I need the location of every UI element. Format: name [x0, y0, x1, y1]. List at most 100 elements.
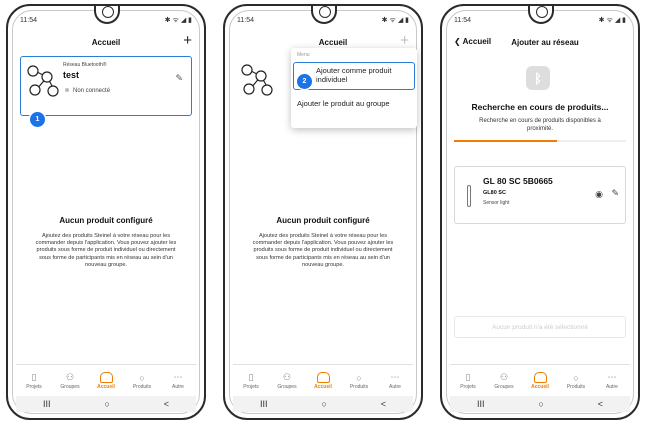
empty-description: Ajoutez des produits Steinel à votre rés… — [35, 233, 177, 268]
home-button[interactable]: ○ — [104, 399, 109, 409]
tab-label: Projets — [26, 384, 42, 390]
tab-groupes[interactable]: ⚇ Groupes — [55, 371, 85, 390]
groups-icon: ⚇ — [65, 372, 75, 382]
network-icon — [241, 64, 273, 96]
progress-fill — [454, 140, 558, 142]
edit-pencil-icon[interactable]: ✎ — [175, 73, 183, 84]
add-icon[interactable]: + — [183, 32, 192, 49]
network-label: Réseau Bluetooth® — [63, 62, 107, 68]
status-time: 11:54 — [237, 16, 254, 24]
phone-screen-menu: 11:54 ✱ ᯤ ◢ ▮ Accueil + Menu Ajouter com… — [223, 4, 423, 420]
phone-screen-search: 11:54 ✱ ᯤ ◢ ▮ ❮ Accueil Ajouter au résea… — [440, 4, 640, 420]
status-dot-icon — [65, 88, 69, 93]
phone-screen-home: 11:54 ✱ ᯤ ◢ ▮ Accueil + Réseau Bluetooth… — [6, 4, 206, 420]
tab-label: Autre — [172, 384, 184, 390]
tab-groupes[interactable]: ⚇ Groupes — [489, 371, 519, 390]
empty-title: Aucun produit configuré — [59, 216, 153, 225]
tab-label: Produits — [566, 384, 586, 390]
tab-label: Accueil — [314, 384, 332, 390]
status-icons: ✱ ᯤ ◢ ▮ — [381, 16, 409, 24]
page-title: Accueil — [91, 37, 121, 47]
menu-item-add-to-group[interactable]: Ajouter le produit au groupe — [291, 96, 417, 111]
tab-label: Accueil — [531, 384, 549, 390]
step-badge-1: 1 — [30, 112, 45, 127]
home-button[interactable]: ○ — [321, 399, 326, 409]
home-icon — [99, 371, 113, 384]
product-type: Sensor light — [483, 200, 510, 206]
home-icon — [533, 371, 547, 384]
tab-bar: ▯ Projets ⚇ Groupes Accueil ○ Produits ⋯ Aut… — [233, 364, 413, 396]
more-icon: ⋯ — [390, 372, 400, 382]
tab-produits[interactable]: ○ Produits — [344, 371, 374, 391]
search-progress-bar — [454, 140, 626, 142]
back-button[interactable]: < — [381, 399, 386, 409]
tab-projets[interactable]: ▯ Projets — [19, 371, 49, 390]
tab-bar: ▯ Projets ⚇ Groupes Accueil ○ Produits ⋯ Aut… — [450, 364, 630, 396]
chevron-left-icon: ❮ — [454, 37, 461, 46]
recent-apps-button[interactable]: III — [43, 399, 51, 409]
menu-label: Menu — [297, 52, 310, 58]
status-time: 11:54 — [454, 16, 471, 24]
search-subtitle: Recherche en cours de produits disponibl… — [479, 118, 601, 132]
tab-autre[interactable]: ⋯ Autre — [380, 371, 410, 390]
recent-apps-button[interactable]: III — [477, 399, 485, 409]
confirm-selection-button[interactable]: Aucun produit n'a été sélectionné — [454, 316, 626, 338]
menu-item-add-individual[interactable]: Ajouter comme produit individuel — [293, 62, 415, 90]
tab-groupes[interactable]: ⚇ Groupes — [272, 371, 302, 390]
page-title: Ajouter au réseau — [511, 37, 579, 47]
dropdown-menu: Menu Ajouter comme produit individuel Aj… — [291, 48, 417, 128]
tab-label: Projets — [460, 384, 476, 390]
add-icon[interactable]: + — [400, 32, 409, 49]
empty-description: Ajoutez des produits Steinel à votre rés… — [252, 233, 394, 268]
bluetooth-icon: ᛒ — [526, 66, 550, 90]
back-label: Accueil — [462, 37, 492, 46]
tab-accueil[interactable]: Accueil — [525, 371, 555, 390]
tab-label: Groupes — [494, 384, 514, 390]
status-icons: ✱ ᯤ ◢ ▮ — [598, 16, 626, 24]
tab-projets[interactable]: ▯ Projets — [453, 371, 483, 390]
system-nav-bar: III ○ < — [450, 396, 630, 412]
tab-produits[interactable]: ○ Produits — [561, 371, 591, 391]
back-link[interactable]: ❮ Accueil — [454, 37, 491, 46]
tab-label: Autre — [606, 384, 618, 390]
app-screen: Accueil + Réseau Bluetooth® test Non con… — [16, 28, 196, 396]
network-name: test — [63, 70, 80, 80]
tab-produits[interactable]: ○ Produits — [127, 371, 157, 391]
system-nav-bar: III ○ < — [233, 396, 413, 412]
app-screen: Accueil + Menu Ajouter comme produit ind… — [233, 28, 417, 396]
status-icons: ✱ ᯤ ◢ ▮ — [164, 16, 192, 24]
tab-accueil[interactable]: Accueil — [308, 371, 338, 390]
back-button[interactable]: < — [164, 399, 169, 409]
status-time: 11:54 — [20, 16, 37, 24]
more-icon: ⋯ — [173, 372, 183, 382]
tab-label: Autre — [389, 384, 401, 390]
app-screen: ❮ Accueil Ajouter au réseau ᛒ Recherche … — [450, 28, 630, 396]
products-icon: ○ — [573, 372, 579, 383]
tab-projets[interactable]: ▯ Projets — [236, 371, 266, 390]
network-status-text: Non connecté — [73, 88, 111, 94]
more-icon: ⋯ — [607, 372, 617, 382]
app-header: ❮ Accueil Ajouter au réseau — [450, 28, 630, 56]
tab-autre[interactable]: ⋯ Autre — [163, 371, 193, 390]
app-header: Accueil + — [16, 28, 196, 56]
products-icon: ○ — [356, 372, 362, 383]
home-button[interactable]: ○ — [538, 399, 543, 409]
search-title: Recherche en cours de produits... — [471, 102, 609, 112]
projects-icon: ▯ — [465, 372, 471, 382]
back-button[interactable]: < — [598, 399, 603, 409]
tab-label: Produits — [132, 384, 152, 390]
eye-icon[interactable]: ◉ — [595, 189, 603, 200]
tab-accueil[interactable]: Accueil — [91, 371, 121, 390]
network-icon — [27, 65, 59, 97]
system-nav-bar: III ○ < — [16, 396, 196, 412]
tab-autre[interactable]: ⋯ Autre — [597, 371, 627, 390]
groups-icon: ⚇ — [282, 372, 292, 382]
network-card[interactable]: Réseau Bluetooth® test Non connecté ✎ — [20, 56, 192, 116]
projects-icon: ▯ — [31, 372, 37, 382]
product-card[interactable]: GL 80 SC 5B0665 GL80 SC Sensor light ◉ ✎ — [454, 166, 626, 224]
products-icon: ○ — [139, 372, 145, 383]
step-badge-2: 2 — [297, 74, 312, 89]
home-icon — [316, 371, 330, 384]
edit-pencil-icon[interactable]: ✎ — [611, 188, 619, 199]
recent-apps-button[interactable]: III — [260, 399, 268, 409]
